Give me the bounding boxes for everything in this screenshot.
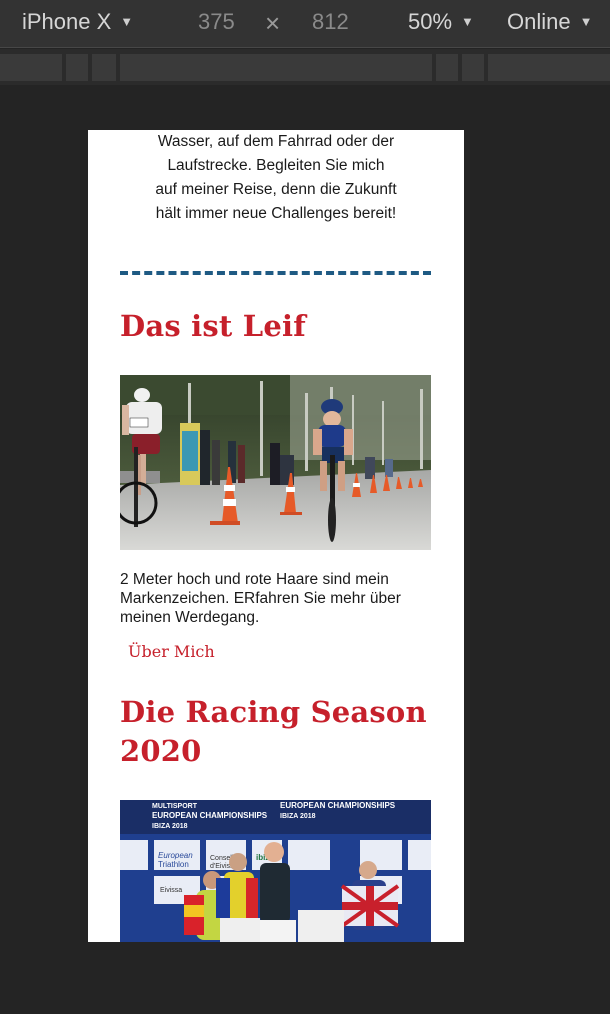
chevron-down-icon: ▼ xyxy=(461,14,474,29)
bio-line: 2 Meter hoch und rote Haare sind mein xyxy=(120,571,389,588)
cycling-race-photo xyxy=(120,375,431,550)
bio-line: Markenzeichen. ERfahren Sie mehr über xyxy=(120,590,401,607)
dimension-separator[interactable]: × xyxy=(265,9,280,37)
media-query-segment[interactable] xyxy=(120,54,432,81)
intro-line: Wasser, auf dem Fahrrad oder der xyxy=(157,133,395,150)
banner-text: IBIZA 2018 xyxy=(152,823,188,830)
title-line: 2020 xyxy=(120,734,202,768)
section-title-leif: Das ist Leif xyxy=(120,309,306,343)
banner-text: IBIZA 2018 xyxy=(280,813,316,820)
width-input[interactable]: 375 xyxy=(198,8,235,36)
podium-illustration: MULTISPORT EUROPEAN CHAMPIONSHIPS IBIZA … xyxy=(120,800,431,942)
sponsor-text: Triathlon xyxy=(158,860,189,869)
cycling-race-illustration xyxy=(120,375,431,550)
height-value: 812 xyxy=(312,9,349,34)
banner-text: EUROPEAN CHAMPIONSHIPS xyxy=(152,811,268,820)
intro-line: Laufstrecke. Begleiten Sie mich xyxy=(167,157,385,174)
section-title-racing-season: Die Racing Season 2020 xyxy=(120,693,440,771)
media-query-segment[interactable] xyxy=(436,54,458,81)
zoom-label: 50% xyxy=(408,9,453,34)
network-label: Online xyxy=(507,9,571,34)
media-query-bar xyxy=(0,49,610,85)
intro-text: Wasser, auf dem Fahrrad oder der Laufstr… xyxy=(88,130,464,226)
dashed-divider xyxy=(120,271,431,275)
width-value: 375 xyxy=(198,9,235,34)
device-viewport[interactable]: Wasser, auf dem Fahrrad oder der Laufstr… xyxy=(88,130,464,942)
swap-dimensions-icon: × xyxy=(265,8,281,38)
banner-text: EUROPEAN CHAMPIONSHIPS xyxy=(280,801,396,810)
title-line: Die Racing Season xyxy=(120,695,427,729)
podium-photo: MULTISPORT EUROPEAN CHAMPIONSHIPS IBIZA … xyxy=(120,800,431,942)
zoom-select[interactable]: 50% ▼ xyxy=(408,8,474,36)
height-input[interactable]: 812 xyxy=(312,8,349,36)
sponsor-text: Eivissa xyxy=(160,887,182,894)
chevron-down-icon: ▼ xyxy=(120,14,134,29)
media-query-segment[interactable] xyxy=(462,54,484,81)
about-me-link[interactable]: Über Mich xyxy=(128,641,215,663)
chevron-down-icon: ▼ xyxy=(579,14,593,29)
device-select[interactable]: iPhone X ▼ xyxy=(22,8,133,36)
media-query-segment[interactable] xyxy=(0,54,62,81)
media-query-segment[interactable] xyxy=(66,54,88,81)
intro-line: auf meiner Reise, denn die Zukunft xyxy=(155,181,397,198)
device-label: iPhone X xyxy=(22,9,112,34)
bio-line: meinen Werdegang. xyxy=(120,609,260,626)
network-throttle-select[interactable]: Online ▼ xyxy=(507,8,592,36)
device-toolbar: iPhone X ▼ 375 × 812 50% ▼ Online ▼ xyxy=(0,0,610,48)
media-query-segment[interactable] xyxy=(92,54,116,81)
sponsor-text: European xyxy=(158,851,193,860)
media-query-segment[interactable] xyxy=(488,54,610,81)
intro-line: hält immer neue Challenges bereit! xyxy=(155,205,397,222)
bio-text: 2 Meter hoch und rote Haare sind mein Ma… xyxy=(120,570,431,627)
banner-text: MULTISPORT xyxy=(152,803,198,810)
